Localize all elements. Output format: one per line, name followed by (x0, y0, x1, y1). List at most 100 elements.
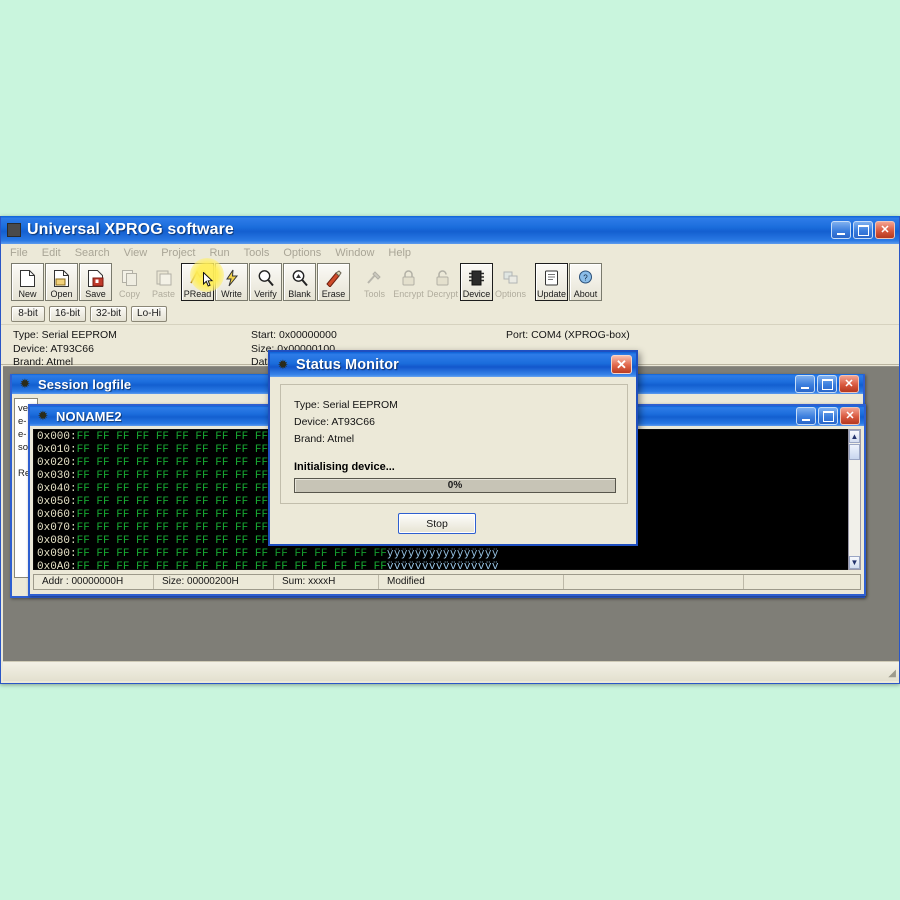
moth-icon: ✹ (277, 356, 289, 372)
session-minimize-button[interactable] (795, 375, 815, 393)
device-info-left: Type: Serial EEPROM Device: AT93C66 Bran… (13, 329, 117, 370)
hex-vertical-scrollbar[interactable]: ▲ ▼ (848, 429, 861, 570)
app-maximize-button[interactable] (853, 221, 873, 239)
toolbar-label-encrypt: Encrypt (393, 289, 424, 299)
app-minimize-button[interactable] (831, 221, 851, 239)
menu-item-search[interactable]: Search (75, 247, 110, 259)
mode-button-32bit[interactable]: 32-bit (90, 305, 128, 322)
toolbar-button-write[interactable]: Write (215, 263, 248, 301)
toolbar-button-decrypt[interactable]: Decrypt (426, 263, 459, 301)
menu-item-help[interactable]: Help (388, 247, 411, 259)
menu-item-run[interactable]: Run (209, 247, 229, 259)
copy-icon (118, 267, 142, 289)
hex-row-address: 0x0A0: (37, 561, 77, 570)
tools-icon (363, 267, 387, 289)
resize-grip-icon[interactable]: ◢ (888, 668, 896, 679)
hex-maximize-button[interactable] (818, 407, 838, 425)
menu-item-file[interactable]: File (10, 247, 28, 259)
menu-item-options[interactable]: Options (283, 247, 321, 259)
hex-title: NONAME2 (56, 408, 122, 424)
paste-icon (152, 267, 176, 289)
hex-minimize-button[interactable] (796, 407, 816, 425)
toolbar-button-save[interactable]: Save (79, 263, 112, 301)
hex-status-sum: Sum: xxxxH (274, 575, 379, 589)
toolbar-button-verify[interactable]: Verify (249, 263, 282, 301)
status-dialog-titlebar[interactable]: ✹ Status Monitor ✕ (270, 352, 636, 377)
hex-row-address: 0x020: (37, 457, 77, 469)
toolbar-label-save: Save (85, 289, 106, 299)
toolbar-label-about: About (573, 289, 598, 299)
toolbar-label-copy: Copy (118, 289, 140, 299)
toolbar-label-options: Options (494, 289, 527, 299)
menu-item-tools[interactable]: Tools (244, 247, 270, 259)
hex-row-address: 0x050: (37, 496, 77, 508)
chip-icon (465, 267, 489, 289)
app-status-bar: ◢ (3, 661, 899, 681)
toolbar-label-tools: Tools (363, 289, 385, 299)
scroll-up-icon[interactable]: ▲ (849, 430, 860, 443)
progress-percent-label: 0% (447, 480, 463, 491)
mode-button-lohi[interactable]: Lo-Hi (131, 305, 167, 322)
menu-item-view[interactable]: View (124, 247, 148, 259)
bit-mode-bar: 8-bit 16-bit 32-bit Lo-Hi (1, 303, 899, 325)
toolbar-button-update[interactable]: Update (535, 263, 568, 301)
app-titlebar[interactable]: Universal XPROG software ✕ (1, 216, 899, 244)
toolbar-button-copy[interactable]: Copy (113, 263, 146, 301)
hex-row-address: 0x030: (37, 470, 77, 482)
hex-row-address: 0x040: (37, 483, 77, 495)
toolbar-button-open[interactable]: Open (45, 263, 78, 301)
toolbar-button-blank[interactable]: Blank (283, 263, 316, 301)
toolbar-button-tools[interactable]: Tools (358, 263, 391, 301)
write-bolt-icon (220, 267, 244, 289)
status-monitor-dialog: ✹ Status Monitor ✕ Type: Serial EEPROM D… (268, 350, 638, 546)
app-title: Universal XPROG software (27, 221, 234, 238)
hex-row-address: 0x060: (37, 509, 77, 521)
main-toolbar: New Open Save Copy Paste PRead Write Ver… (1, 261, 899, 303)
toolbar-button-new[interactable]: New (11, 263, 44, 301)
toolbar-button-erase[interactable]: Erase (317, 263, 350, 301)
session-close-button[interactable]: ✕ (839, 375, 859, 393)
toolbar-button-paste[interactable]: Paste (147, 263, 180, 301)
toolbar-button-about[interactable]: ? About (569, 263, 602, 301)
hex-row-address: 0x080: (37, 535, 77, 547)
toolbar-button-encrypt[interactable]: Encrypt (392, 263, 425, 301)
menu-item-edit[interactable]: Edit (42, 247, 61, 259)
app-window-controls: ✕ (831, 221, 897, 239)
hex-close-button[interactable]: ✕ (840, 407, 860, 425)
menubar: File Edit Search View Project Run Tools … (1, 244, 899, 261)
hex-row-bytes[interactable]: FF FF FF FF FF FF FF FF FF FF FF FF FF F… (77, 548, 387, 561)
toolbar-label-erase: Erase (321, 289, 346, 299)
erase-brush-icon (322, 267, 346, 289)
options-icon (499, 267, 523, 289)
update-icon (540, 267, 564, 289)
toolbar-label-write: Write (221, 289, 242, 299)
toolbar-button-pread[interactable]: PRead (181, 263, 214, 301)
menu-item-project[interactable]: Project (161, 247, 195, 259)
moth-icon: ✹ (37, 408, 49, 423)
toolbar-label-paste: Paste (151, 289, 175, 299)
pread-icon (186, 267, 210, 289)
mode-button-8bit[interactable]: 8-bit (11, 305, 45, 322)
mode-button-16bit[interactable]: 16-bit (49, 305, 87, 322)
status-dialog-close-button[interactable]: ✕ (611, 355, 632, 374)
status-dialog-stop-button[interactable]: Stop (398, 513, 476, 534)
hex-row-address: 0x010: (37, 444, 77, 456)
toolbar-button-options[interactable]: Options (494, 263, 527, 301)
scrollbar-thumb[interactable] (849, 444, 860, 460)
hex-status-modified: Modified (379, 575, 564, 589)
lock-closed-icon (397, 267, 421, 289)
hex-row[interactable]: 0x0A0: FF FF FF FF FF FF FF FF FF FF FF F… (37, 561, 499, 570)
hex-row[interactable]: 0x090: FF FF FF FF FF FF FF FF FF FF FF F… (37, 548, 499, 561)
hex-row-bytes[interactable]: FF FF FF FF FF FF FF FF FF FF FF FF FF F… (77, 561, 387, 569)
hex-status-addr: Addr : 00000000H (34, 575, 154, 589)
device-info-right: Port: COM4 (XPROG-box) (506, 329, 630, 343)
session-window-controls: ✕ (795, 375, 861, 393)
about-icon: ? (574, 267, 598, 289)
session-maximize-button[interactable] (817, 375, 837, 393)
toolbar-button-device[interactable]: Device (460, 263, 493, 301)
menu-item-window[interactable]: Window (335, 247, 374, 259)
app-close-button[interactable]: ✕ (875, 221, 895, 239)
moth-icon: ✹ (19, 376, 31, 391)
scroll-down-icon[interactable]: ▼ (849, 556, 860, 569)
status-dialog-progress-label: Initialising device... (294, 461, 395, 473)
